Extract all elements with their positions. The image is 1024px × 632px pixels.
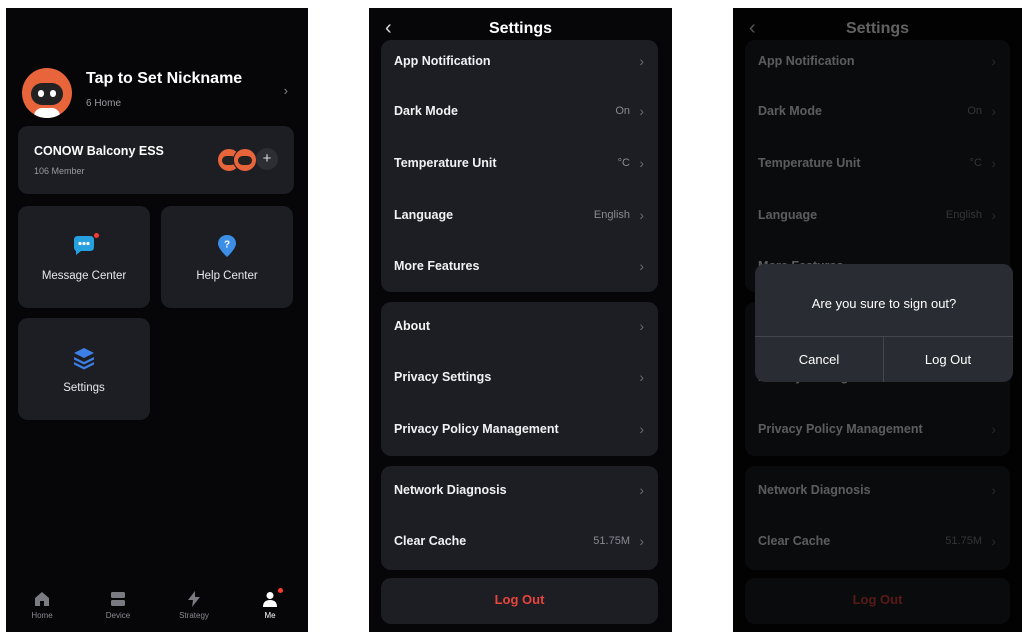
message-center-tile[interactable]: Message Center [18, 206, 150, 308]
row-label: Dark Mode [394, 104, 458, 118]
chevron-right-icon: › [639, 258, 644, 274]
home-count: 6 Home [86, 98, 122, 109]
add-member-button[interactable]: + [256, 148, 278, 170]
privacy-policy-row[interactable]: Privacy Policy Management › [381, 408, 658, 454]
settings-signout-screen: ‹ Settings App Notification › Dark Mode … [733, 8, 1022, 632]
sign-out-dialog: Are you sure to sign out? Cancel Log Out [755, 264, 1013, 382]
chevron-right-icon: › [283, 83, 288, 98]
row-label: App Notification [394, 54, 491, 68]
svg-text:?: ? [224, 240, 230, 251]
help-center-tile[interactable]: ? Help Center [161, 206, 293, 308]
dialog-message: Are you sure to sign out? [811, 296, 957, 311]
about-row[interactable]: About › [381, 305, 658, 351]
chevron-right-icon: › [639, 369, 644, 385]
help-location-icon: ? [218, 235, 236, 257]
avatar-face [31, 83, 63, 105]
row-label: Language [394, 208, 454, 222]
profile-header[interactable]: Tap to Set Nickname 6 Home › [22, 68, 292, 124]
family-name: CONOW Balcony ESS [34, 144, 164, 158]
family-card[interactable]: CONOW Balcony ESS 106 Member + [18, 126, 294, 194]
tab-home[interactable]: Home [17, 590, 67, 620]
row-label: More Features [394, 259, 480, 273]
chevron-right-icon: › [639, 421, 644, 437]
avatar-eye [50, 90, 56, 97]
confirm-log-out-button[interactable]: Log Out [884, 337, 1012, 382]
page-title: Settings [488, 20, 553, 37]
privacy-settings-row[interactable]: Privacy Settings › [381, 356, 658, 402]
row-label: Clear Cache [394, 534, 467, 548]
member-count: 106 Member [34, 166, 85, 176]
chevron-right-icon: › [639, 482, 644, 498]
row-value: On [615, 105, 630, 117]
bottom-tab-bar: Home Device Strategy Me [6, 586, 308, 632]
row-value: 51.75M [593, 535, 630, 547]
message-center-label: Message Center [41, 270, 127, 282]
row-value: °C [617, 157, 630, 169]
person-icon [263, 592, 277, 607]
row-label: Privacy Settings [394, 370, 492, 384]
unread-dot [94, 233, 99, 238]
settings-group-about: About › Privacy Settings › Privacy Polic… [381, 302, 658, 456]
tab-strategy[interactable]: Strategy [169, 590, 219, 620]
network-diagnosis-row[interactable]: Network Diagnosis › [381, 469, 658, 515]
row-label: Temperature Unit [394, 156, 497, 170]
dark-mode-row[interactable]: Dark Mode On › [381, 90, 658, 136]
notification-dot [278, 588, 283, 593]
row-label: Network Diagnosis [394, 483, 507, 497]
row-value: English [593, 209, 630, 221]
nickname-label[interactable]: Tap to Set Nickname [86, 70, 242, 88]
chevron-right-icon: › [639, 318, 644, 334]
settings-tile[interactable]: Settings [18, 318, 150, 420]
chevron-right-icon: › [639, 533, 644, 549]
settings-group-general: App Notification › Dark Mode On › Temper… [381, 40, 658, 292]
settings-screen: ‹ Settings App Notification › Dark Mode … [369, 8, 672, 632]
chevron-right-icon: › [639, 53, 644, 69]
chevron-right-icon: › [639, 207, 644, 223]
help-center-label: Help Center [196, 270, 258, 282]
language-row[interactable]: Language English › [381, 194, 658, 240]
log-out-label: Log Out [494, 592, 545, 607]
avatar[interactable] [22, 68, 72, 118]
home-icon [35, 592, 49, 606]
me-screen: Tap to Set Nickname 6 Home › CONOW Balco… [6, 8, 308, 632]
settings-label: Settings [63, 382, 105, 394]
avatar-body [34, 108, 60, 118]
tab-device[interactable]: Device [93, 590, 143, 620]
chevron-right-icon: › [639, 155, 644, 171]
temperature-unit-row[interactable]: Temperature Unit °C › [381, 142, 658, 188]
member-avatar [233, 148, 257, 172]
chevron-right-icon: › [639, 103, 644, 119]
clear-cache-row[interactable]: Clear Cache 51.75M › [381, 520, 658, 566]
tab-strategy-label: Strategy [179, 611, 209, 620]
device-icon [111, 592, 125, 606]
lightning-icon [188, 591, 200, 607]
log-out-button[interactable]: Log Out [381, 578, 658, 624]
more-features-row[interactable]: More Features › [381, 245, 658, 291]
avatar-eye [38, 90, 44, 97]
tab-me-label: Me [264, 611, 276, 620]
tab-me[interactable]: Me [245, 588, 295, 620]
cancel-button[interactable]: Cancel [755, 337, 883, 382]
row-label: About [394, 319, 431, 333]
row-label: Privacy Policy Management [394, 422, 559, 436]
settings-group-tools: Network Diagnosis › Clear Cache 51.75M › [381, 466, 658, 570]
app-notification-row[interactable]: App Notification › [381, 40, 658, 86]
layers-icon [74, 348, 94, 370]
tab-device-label: Device [105, 611, 131, 620]
tab-home-label: Home [31, 611, 53, 620]
